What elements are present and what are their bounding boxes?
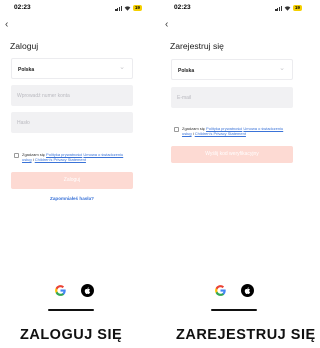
country-value: Polska — [178, 68, 195, 74]
login-caption: ZALOGUJ SIĘ — [20, 327, 123, 343]
country-value: Polska — [18, 67, 35, 73]
email-placeholder: E-mail — [177, 95, 192, 101]
country-select[interactable]: Polska ⌄ — [171, 59, 293, 80]
account-number-input[interactable]: Wprowadź numer konta — [11, 85, 133, 106]
google-icon[interactable] — [214, 284, 227, 297]
battery-icon: 19 — [292, 5, 302, 11]
password-placeholder: Hasło — [17, 120, 30, 126]
back-button[interactable]: ‹ — [5, 20, 8, 30]
status-indicators: 19 — [115, 5, 142, 11]
login-screen: 02:23 19 ‹ Zaloguj Polska ⌄ Wprowadź num… — [4, 0, 144, 315]
back-button[interactable]: ‹ — [165, 20, 168, 30]
status-bar: 02:23 19 — [4, 4, 144, 14]
apple-icon[interactable] — [81, 284, 94, 297]
consent-text: Zgadzam się Polityka prywatności Umowa o… — [22, 152, 124, 162]
password-input[interactable]: Hasło — [11, 112, 133, 133]
register-caption: ZAREJESTRUJ SIĘ — [176, 327, 316, 343]
social-login-row — [4, 284, 144, 298]
consent-checkbox[interactable] — [14, 153, 19, 158]
children-privacy-link[interactable]: Children's Privacy Statement — [35, 157, 86, 162]
consent-checkbox[interactable] — [174, 127, 179, 132]
consent-row: Zgadzam się Polityka prywatności Umowa o… — [174, 126, 293, 136]
status-indicators: 19 — [275, 5, 302, 11]
google-icon[interactable] — [54, 284, 67, 297]
wifi-icon — [284, 5, 291, 11]
social-login-row — [164, 284, 304, 298]
login-button[interactable]: Zaloguj — [11, 172, 133, 189]
country-select[interactable]: Polska ⌄ — [11, 58, 133, 79]
register-screen: 02:23 19 ‹ Zarejestruj się Polska ⌄ E-ma… — [164, 0, 304, 315]
status-time: 02:23 — [14, 4, 31, 11]
apple-icon[interactable] — [241, 284, 254, 297]
consent-text: Zgadzam się Polityka prywatności Umowa o… — [182, 126, 284, 136]
home-indicator — [211, 309, 257, 311]
battery-icon: 19 — [132, 5, 142, 11]
children-privacy-link[interactable]: Children's Privacy Statement — [195, 131, 246, 136]
signal-icon — [115, 6, 122, 11]
status-time: 02:23 — [174, 4, 191, 11]
send-code-button[interactable]: Wyślij kod weryfikacyjny — [171, 146, 293, 163]
home-indicator — [48, 309, 94, 311]
email-input[interactable]: E-mail — [171, 87, 293, 108]
chevron-down-icon: ⌄ — [119, 64, 125, 71]
wifi-icon — [124, 5, 131, 11]
signal-icon — [275, 6, 282, 11]
status-bar: 02:23 19 — [164, 4, 304, 14]
consent-row: Zgadzam się Polityka prywatności Umowa o… — [14, 152, 133, 162]
page-title: Zarejestruj się — [170, 41, 224, 51]
account-number-placeholder: Wprowadź numer konta — [17, 93, 70, 99]
page-title: Zaloguj — [10, 41, 39, 51]
chevron-down-icon: ⌄ — [279, 65, 285, 72]
forgot-password-link[interactable]: Zapomniałeś hasła? — [11, 196, 133, 201]
